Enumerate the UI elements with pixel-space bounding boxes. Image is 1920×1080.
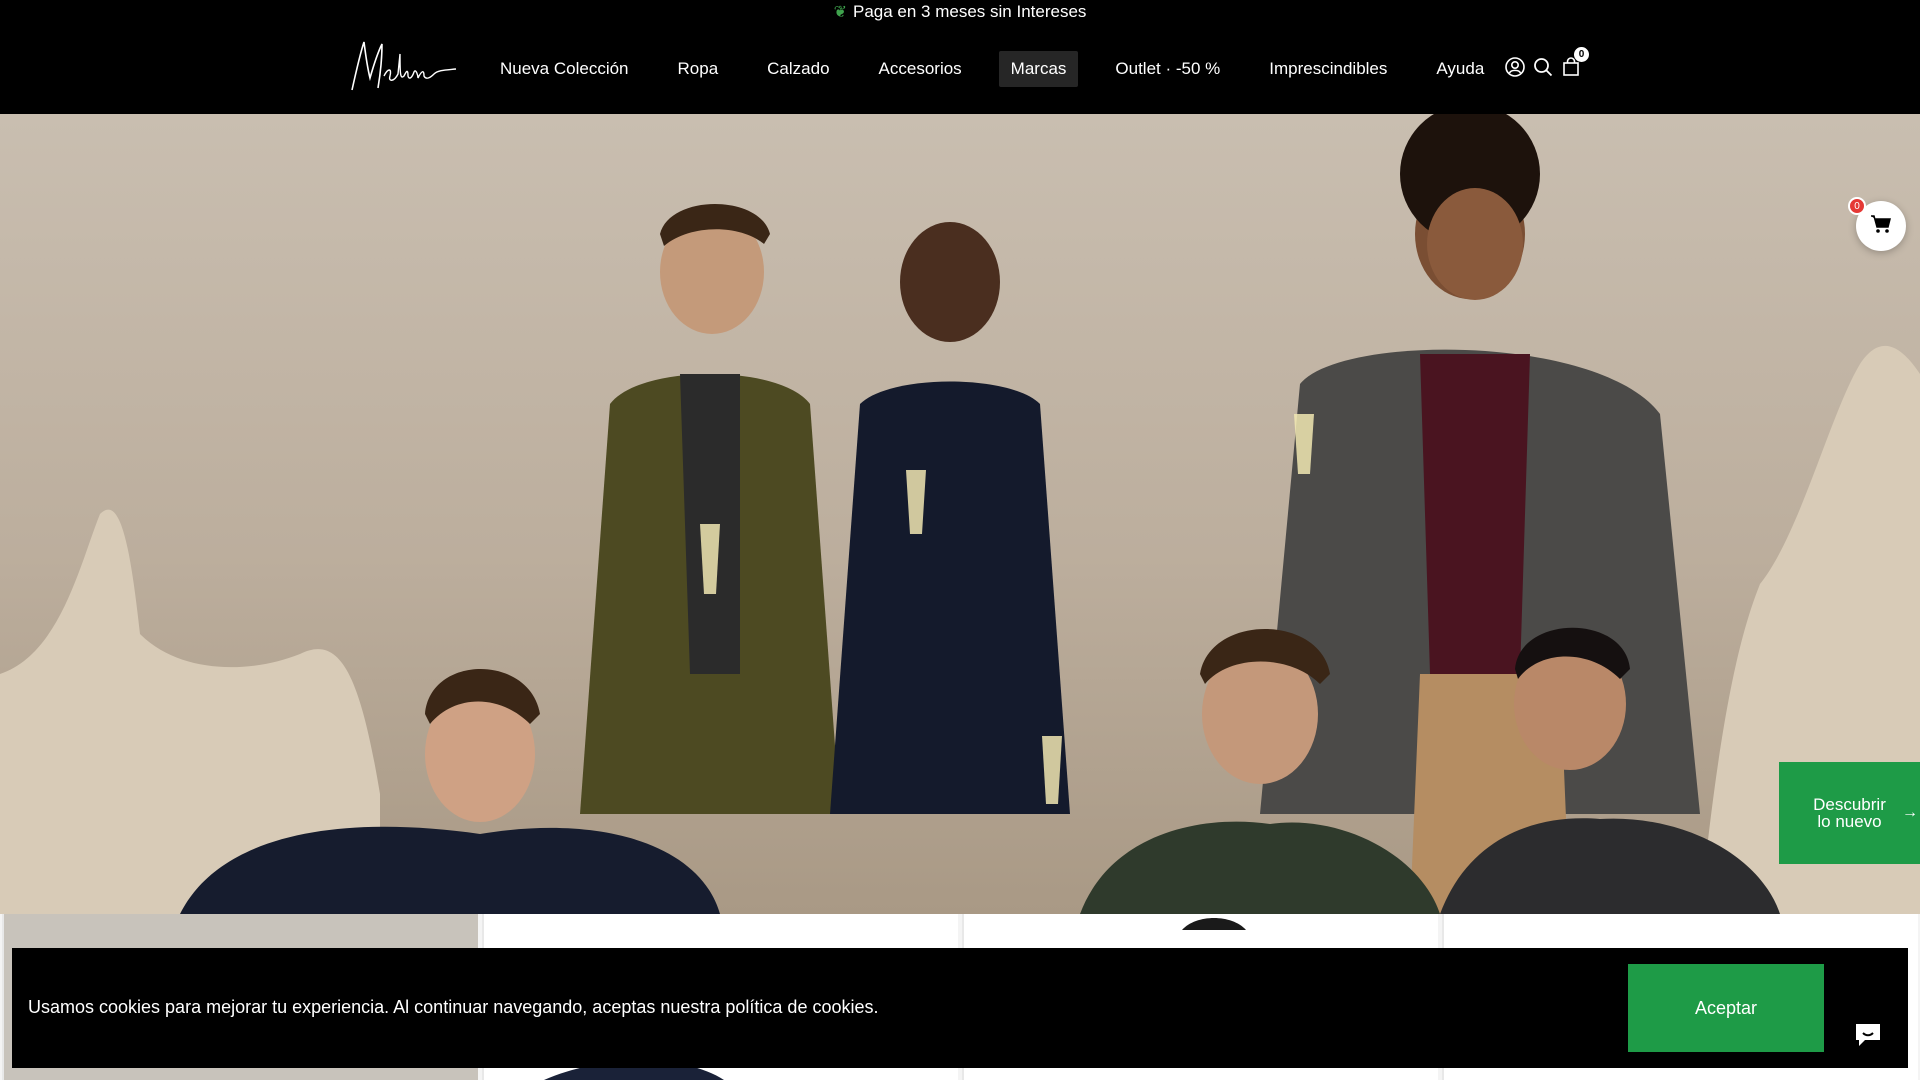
cart-icon: [1870, 214, 1892, 239]
site-header: Nueva Colección Ropa Calzado Accesorios …: [0, 24, 1920, 114]
nav-accesorios[interactable]: Accesorios: [867, 51, 974, 87]
logo[interactable]: [346, 32, 458, 98]
discover-new-tab[interactable]: Descubrir lo nuevo →: [1779, 762, 1920, 864]
discover-line1: Descubrir: [1813, 795, 1886, 814]
cookie-text: Usamos cookies para mejorar tu experienc…: [28, 997, 879, 1017]
cookie-banner: Usamos cookies para mejorar tu experienc…: [12, 948, 1908, 1068]
nav-outlet[interactable]: Outlet · -50 %: [1103, 51, 1232, 87]
announcement-text: Paga en 3 meses sin Intereses: [852, 2, 1087, 21]
arrow-right-icon: →: [1902, 804, 1918, 821]
nav-ropa[interactable]: Ropa: [666, 51, 731, 87]
cart-count-badge: 0: [1574, 47, 1589, 62]
main-nav: Nueva Colección Ropa Calzado Accesorios …: [488, 51, 1521, 87]
chat-button[interactable]: [1838, 1006, 1898, 1066]
nav-ayuda[interactable]: Ayuda: [1424, 51, 1496, 87]
chat-icon: [1853, 1020, 1883, 1053]
accept-cookies-button[interactable]: Aceptar: [1628, 964, 1824, 1052]
discover-line2: lo nuevo: [1817, 812, 1882, 831]
nav-marcas[interactable]: Marcas: [998, 51, 1079, 87]
floating-cart-badge: 0: [1848, 197, 1866, 215]
announcement-bar: ❦ Paga en 3 meses sin Intereses: [0, 0, 1920, 24]
header-icons: 0: [1505, 47, 1589, 78]
leaf-icon: ❦: [833, 4, 847, 21]
nav-nueva-coleccion[interactable]: Nueva Colección: [488, 51, 641, 87]
cart-icon[interactable]: 0: [1561, 47, 1589, 78]
hero-image[interactable]: [0, 114, 1920, 914]
account-icon[interactable]: [1505, 56, 1525, 78]
search-icon[interactable]: [1533, 56, 1553, 78]
nav-imprescindibles[interactable]: Imprescindibles: [1257, 51, 1399, 87]
floating-cart-button[interactable]: 0: [1848, 197, 1906, 251]
nav-calzado[interactable]: Calzado: [755, 51, 841, 87]
